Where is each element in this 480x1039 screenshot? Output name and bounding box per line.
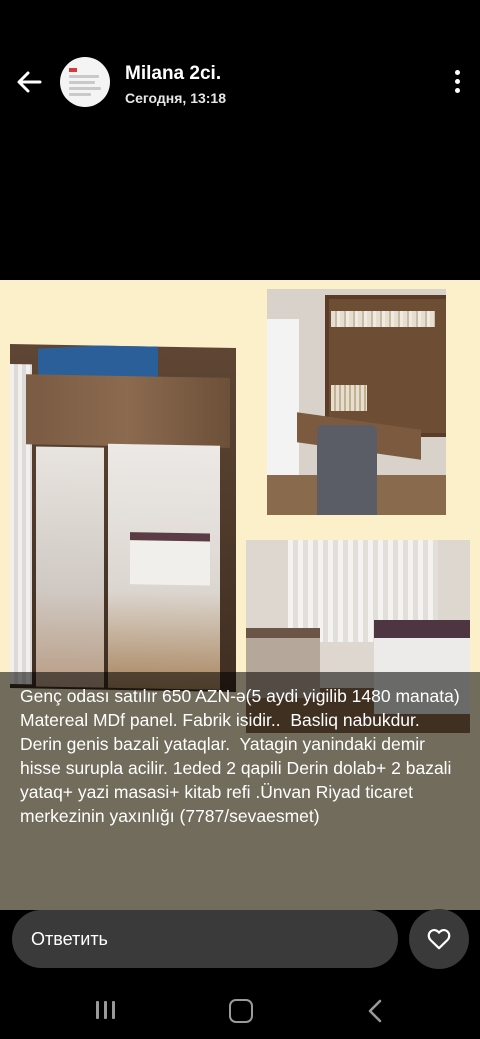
story-caption: Genç odası satılır 650 AZN-ə(5 aydi yigi… <box>20 686 460 826</box>
back-button[interactable] <box>14 66 46 98</box>
home-icon[interactable] <box>229 999 253 1023</box>
chevron-left-icon[interactable] <box>366 999 386 1023</box>
arrow-left-icon <box>17 71 42 93</box>
heart-icon <box>427 928 451 950</box>
system-navigation-bar <box>0 980 480 1039</box>
wardrobe-photo <box>10 344 236 692</box>
more-vertical-icon <box>454 70 460 75</box>
contact-name: Milana 2ci. <box>125 63 222 84</box>
desk-bookshelf-photo <box>267 289 446 515</box>
more-options-button[interactable] <box>452 70 462 98</box>
avatar[interactable] <box>60 57 110 107</box>
recent-apps-icon[interactable] <box>96 1001 118 1021</box>
story-header: Milana 2ci. Сегодня, 13:18 <box>0 48 480 120</box>
story-timestamp: Сегодня, 13:18 <box>125 90 227 106</box>
reply-placeholder: Ответить <box>31 929 108 949</box>
like-button[interactable] <box>409 909 469 969</box>
reply-input[interactable]: Ответить <box>12 910 398 968</box>
